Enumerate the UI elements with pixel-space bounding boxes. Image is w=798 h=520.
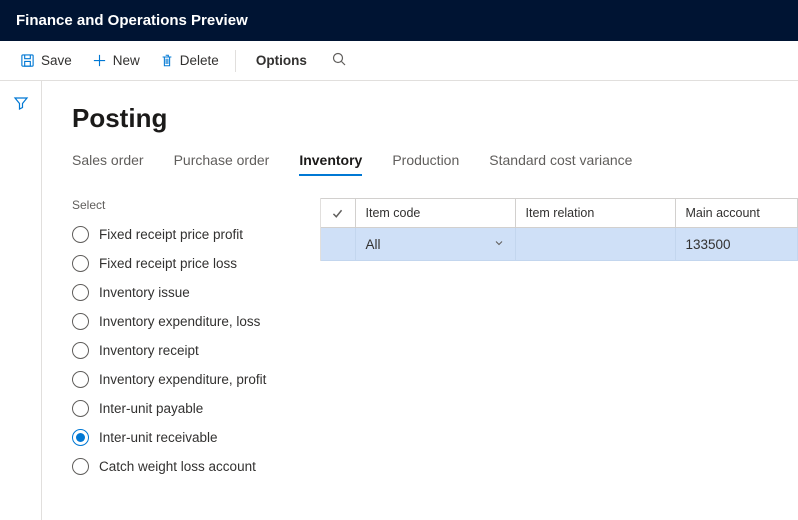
- radio-label: Inventory issue: [99, 285, 190, 300]
- filter-button[interactable]: [13, 95, 29, 520]
- item-relation-cell[interactable]: [515, 228, 675, 261]
- radio-inventory-expenditure-loss[interactable]: Inventory expenditure, loss: [72, 307, 312, 336]
- main-account-cell[interactable]: 133500: [675, 228, 798, 261]
- grid-header-row: Item code Item relation Main account: [321, 199, 798, 228]
- search-icon: [331, 51, 347, 70]
- select-radio-group: Fixed receipt price profit Fixed receipt …: [72, 220, 312, 481]
- radio-icon: [72, 284, 89, 301]
- radio-icon: [72, 255, 89, 272]
- main-content: Posting Sales order Purchase order Invento…: [42, 81, 798, 520]
- save-label: Save: [41, 53, 72, 68]
- col-item-relation[interactable]: Item relation: [515, 199, 675, 228]
- select-column: Select Fixed receipt price profitFixed r…: [72, 198, 320, 481]
- save-button[interactable]: Save: [10, 42, 82, 80]
- radio-icon: [72, 226, 89, 243]
- radio-icon: [72, 458, 89, 475]
- options-button[interactable]: Options: [246, 42, 317, 80]
- select-group-label: Select: [72, 198, 312, 212]
- tab-sales-order[interactable]: Sales order: [72, 152, 144, 176]
- radio-inventory-expenditure-profit[interactable]: Inventory expenditure, profit: [72, 365, 312, 394]
- radio-icon: [72, 371, 89, 388]
- radio-icon: [72, 400, 89, 417]
- radio-fixed-receipt-price-profit[interactable]: Fixed receipt price profit: [72, 220, 312, 249]
- save-icon: [20, 53, 35, 68]
- table-row[interactable]: All 133500: [321, 228, 798, 261]
- toolbar-separator: [235, 50, 236, 72]
- tab-production[interactable]: Production: [392, 152, 459, 176]
- posting-grid: Item code Item relation Main account All…: [321, 198, 798, 261]
- item-code-value: All: [366, 237, 381, 252]
- delete-label: Delete: [180, 53, 219, 68]
- radio-icon: [72, 429, 89, 446]
- radio-inventory-receipt[interactable]: Inventory receipt: [72, 336, 312, 365]
- check-icon: [331, 207, 345, 220]
- options-label: Options: [256, 53, 307, 68]
- new-button[interactable]: New: [82, 42, 150, 80]
- new-label: New: [113, 53, 140, 68]
- tab-inventory[interactable]: Inventory: [299, 152, 362, 176]
- search-button[interactable]: [331, 51, 347, 70]
- radio-icon: [72, 342, 89, 359]
- delete-button[interactable]: Delete: [150, 42, 229, 80]
- grid-column: Item code Item relation Main account All…: [320, 198, 798, 261]
- radio-icon: [72, 313, 89, 330]
- col-main-account[interactable]: Main account: [675, 199, 798, 228]
- row-selector-cell[interactable]: [321, 228, 355, 261]
- radio-label: Inter-unit payable: [99, 401, 203, 416]
- radio-label: Catch weight loss account: [99, 459, 256, 474]
- trash-icon: [160, 53, 174, 68]
- radio-label: Fixed receipt price loss: [99, 256, 237, 271]
- select-all-header[interactable]: [321, 199, 355, 228]
- chevron-down-icon: [493, 237, 505, 252]
- radio-label: Inter-unit receivable: [99, 430, 218, 445]
- item-code-cell[interactable]: All: [355, 228, 515, 261]
- radio-inter-unit-receivable[interactable]: Inter-unit receivable: [72, 423, 312, 452]
- tab-standard-cost-variance[interactable]: Standard cost variance: [489, 152, 632, 176]
- plus-icon: [92, 53, 107, 68]
- radio-fixed-receipt-price-loss[interactable]: Fixed receipt price loss: [72, 249, 312, 278]
- tab-strip: Sales order Purchase order Inventory Produc…: [72, 152, 798, 176]
- col-item-code[interactable]: Item code: [355, 199, 515, 228]
- toolbar: Save New Delete Options: [0, 41, 798, 81]
- radio-catch-weight-loss-account[interactable]: Catch weight loss account: [72, 452, 312, 481]
- radio-label: Inventory expenditure, loss: [99, 314, 260, 329]
- titlebar: Finance and Operations Preview: [0, 0, 798, 41]
- radio-label: Fixed receipt price profit: [99, 227, 243, 242]
- page-title: Posting: [72, 103, 798, 134]
- radio-label: Inventory receipt: [99, 343, 199, 358]
- filter-pane-toggle-column: [0, 81, 42, 520]
- app-title: Finance and Operations Preview: [16, 12, 248, 29]
- radio-inter-unit-payable[interactable]: Inter-unit payable: [72, 394, 312, 423]
- tab-purchase-order[interactable]: Purchase order: [174, 152, 270, 176]
- radio-inventory-issue[interactable]: Inventory issue: [72, 278, 312, 307]
- radio-label: Inventory expenditure, profit: [99, 372, 266, 387]
- funnel-icon: [13, 95, 29, 111]
